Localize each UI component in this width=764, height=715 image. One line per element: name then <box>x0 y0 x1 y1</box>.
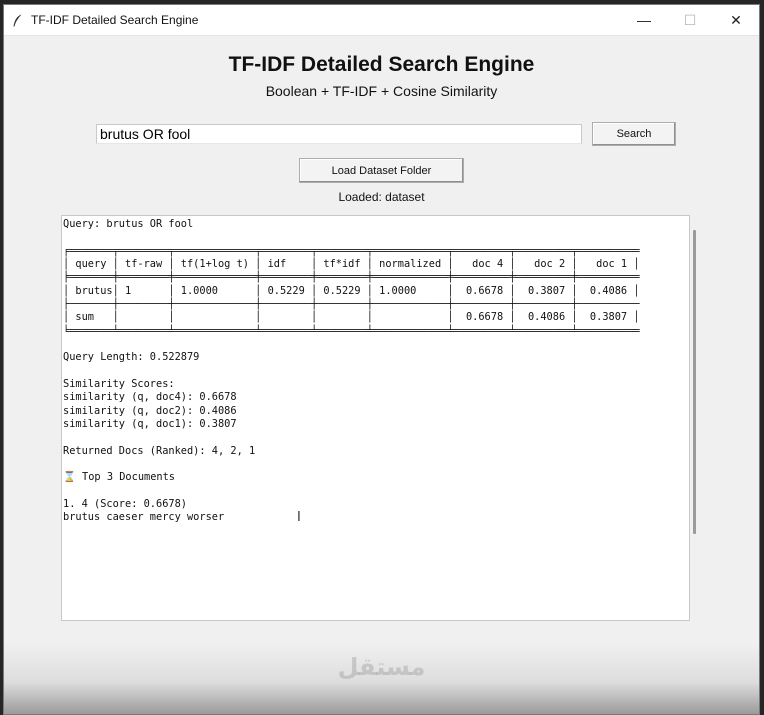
window-controls: — ☐ ✕ <box>621 5 759 35</box>
text-cursor-icon: I <box>297 510 301 525</box>
close-icon: ✕ <box>730 11 742 28</box>
feather-icon <box>12 13 24 27</box>
results-text-area[interactable]: Query: brutus OR fool ╒═══════╤════════╤… <box>61 215 690 621</box>
maximize-button[interactable]: ☐ <box>667 5 713 35</box>
app-subheading: Boolean + TF-IDF + Cosine Similarity <box>265 83 498 99</box>
window-title: TF-IDF Detailed Search Engine <box>31 13 199 27</box>
minimize-icon: — <box>637 12 651 28</box>
app-heading: TF-IDF Detailed Search Engine <box>228 53 535 76</box>
app-window: TF-IDF Detailed Search Engine — ☐ ✕ TF-I… <box>3 4 760 715</box>
results-text: Query: brutus OR fool ╒═══════╤════════╤… <box>63 218 640 524</box>
dataset-status: Loaded: dataset <box>338 190 425 204</box>
maximize-icon: ☐ <box>683 11 697 28</box>
load-dataset-button[interactable]: Load Dataset Folder <box>299 158 464 183</box>
results-scrollbar[interactable] <box>693 230 696 534</box>
title-bar[interactable]: TF-IDF Detailed Search Engine — ☐ ✕ <box>4 5 759 36</box>
close-button[interactable]: ✕ <box>713 5 759 35</box>
minimize-button[interactable]: — <box>621 5 667 35</box>
search-button[interactable]: Search <box>592 122 676 146</box>
watermark-logo: مستقل <box>337 653 426 681</box>
search-input[interactable] <box>96 124 582 144</box>
